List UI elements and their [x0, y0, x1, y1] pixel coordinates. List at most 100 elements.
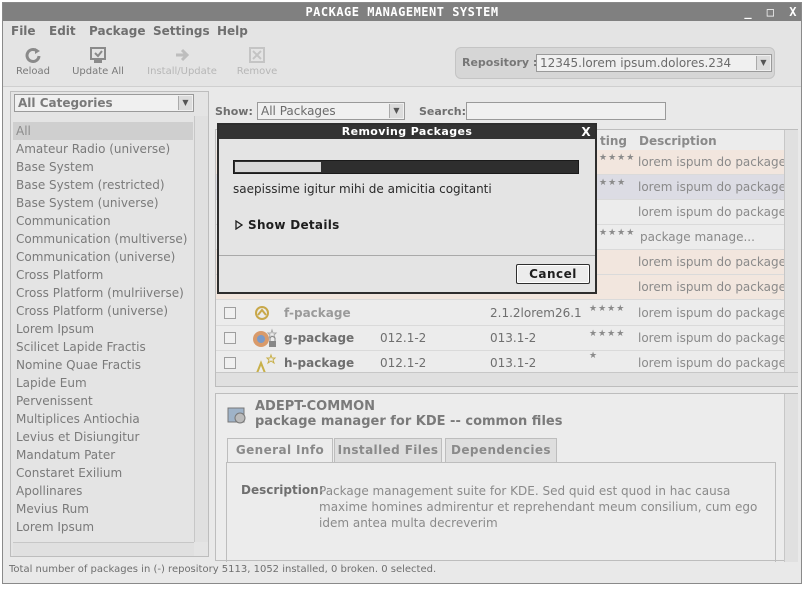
menu-package[interactable]: Package [89, 24, 146, 38]
toolbar: Reload Update All Install/Update Remove [3, 41, 801, 87]
package-icon [253, 328, 278, 347]
category-item[interactable]: Communication [13, 212, 193, 230]
cancel-button[interactable]: Cancel [516, 264, 590, 284]
package-checkbox[interactable] [224, 357, 236, 369]
dialog-title: Removing Packages [341, 125, 473, 138]
menu-edit[interactable]: Edit [49, 24, 76, 38]
repository-value: 12345.lorem ipsum.dolores.234 [540, 56, 732, 70]
remove-label: Remove [236, 66, 278, 77]
show-select[interactable]: All Packages ▼ [257, 102, 405, 120]
table-vscrollbar[interactable] [784, 130, 798, 372]
remove-button[interactable]: Remove [232, 46, 282, 77]
description-text: Package management suite for KDE. Sed qu… [319, 484, 758, 530]
category-item[interactable]: Cross Platform (mulriiverse) [13, 284, 193, 302]
package-description: lorem ispum do package... [638, 180, 798, 194]
package-description: lorem ispum do package... [638, 205, 798, 219]
package-description: lorem ispum do package... [638, 356, 798, 370]
maximize-button[interactable]: □ [767, 5, 775, 19]
category-item[interactable]: Base System (universe) [13, 194, 193, 212]
update-all-button[interactable]: Update All [67, 46, 129, 77]
rating-stars: ★★★★ [599, 153, 636, 163]
chevron-down-icon: ▼ [389, 104, 403, 118]
category-hscrollbar[interactable] [13, 542, 194, 556]
category-item[interactable]: Apollinares [13, 482, 193, 500]
rating-stars: ★ [589, 351, 599, 361]
category-item[interactable]: Scilicet Lapide Fractis [13, 338, 193, 356]
show-details-toggle[interactable]: Show Details [235, 218, 340, 232]
category-select[interactable]: All Categories ▼ [14, 94, 194, 112]
close-button[interactable]: X [789, 5, 797, 19]
rating-stars: ★★★★ [599, 228, 636, 238]
category-item[interactable]: Nomine Quae Fractis [13, 356, 193, 374]
reload-label: Reload [15, 66, 51, 77]
category-item[interactable]: Cross Platform (universe) [13, 302, 193, 320]
category-vscrollbar[interactable] [194, 116, 208, 542]
category-select-value: All Categories [18, 96, 113, 110]
category-item[interactable]: Lorem Ipsum [13, 518, 193, 536]
table-row[interactable]: f-package 2.1.2lorem26.1 ★★★★ lorem ispu… [216, 301, 797, 326]
category-item[interactable]: Pervenissent [13, 392, 193, 410]
category-item[interactable]: Communication (universe) [13, 248, 193, 266]
package-checkbox[interactable] [224, 332, 236, 344]
menu-bar: File Edit Package Settings Help [3, 21, 801, 41]
search-label: Search: [419, 105, 466, 118]
show-details-label: Show Details [248, 218, 340, 232]
category-item[interactable]: Base System [13, 158, 193, 176]
package-gear-icon [227, 407, 246, 424]
available-version: 2.1.2lorem26.1 [490, 306, 582, 320]
category-item[interactable]: All [13, 122, 193, 140]
category-item[interactable]: Levius et Disiungitur [13, 428, 193, 446]
install-update-button[interactable]: Install/Update [140, 46, 224, 77]
category-item[interactable]: Lapide Eum [13, 374, 193, 392]
category-item[interactable]: Mevius Rum [13, 500, 193, 518]
menu-settings[interactable]: Settings [153, 24, 210, 38]
table-row[interactable]: g-package 012.1-2 013.1-2 ★★★★ lorem isp… [216, 326, 797, 351]
package-summary: package manager for KDE -- common files [255, 414, 563, 429]
window-controls: _ □ X [737, 3, 797, 21]
dialog-separator [219, 255, 595, 256]
category-item[interactable]: Constaret Exilium [13, 464, 193, 482]
category-item[interactable]: Cross Platform [13, 266, 193, 284]
install-update-icon [176, 48, 190, 62]
update-all-label: Update All [72, 66, 124, 77]
tab-installed-files[interactable]: Installed Files [334, 438, 442, 462]
category-item[interactable]: Mandatum Pater [13, 446, 193, 464]
progress-fill [235, 162, 321, 172]
package-checkbox[interactable] [224, 307, 236, 319]
dialog-close-button[interactable]: X [581, 125, 591, 139]
category-item[interactable]: Amateur Radio (universe) [13, 140, 193, 158]
show-label: Show: [215, 105, 253, 118]
table-hscrollbar[interactable] [216, 372, 798, 386]
rating-stars: ★★★★ [589, 329, 626, 339]
column-description[interactable]: Description [639, 134, 717, 148]
removal-progress-bar [233, 160, 579, 174]
package-description: lorem ispum do package... [638, 331, 798, 345]
package-title: ADEPT-COMMON [255, 399, 376, 414]
chevron-down-icon: ▼ [178, 96, 192, 110]
details-vscrollbar[interactable] [784, 394, 798, 562]
window-title: PACKAGE MANAGEMENT SYSTEM [305, 5, 499, 19]
package-icon [255, 306, 269, 320]
installed-version: 012.1-2 [380, 356, 427, 370]
column-rating[interactable]: ting [600, 134, 627, 148]
category-item[interactable]: Base System (restricted) [13, 176, 193, 194]
category-item[interactable]: Lorem Ipsum [13, 320, 193, 338]
reload-button[interactable]: Reload [12, 46, 54, 77]
show-select-value: All Packages [261, 104, 336, 118]
search-input[interactable] [466, 102, 666, 120]
general-info-body: Description: Package management suite fo… [226, 462, 776, 562]
tab-dependencies[interactable]: Dependencies [445, 438, 557, 462]
menu-help[interactable]: Help [217, 24, 248, 38]
tab-general-info[interactable]: General Info [227, 438, 333, 463]
category-item[interactable]: Multiplices Antiochia [13, 410, 193, 428]
category-list: All Amateur Radio (universe) Base System… [13, 122, 193, 536]
description-label: Description: [241, 483, 324, 497]
repository-select[interactable]: 12345.lorem ipsum.dolores.234 ▼ [536, 54, 772, 72]
minimize-button[interactable]: _ [744, 5, 752, 19]
menu-file[interactable]: File [11, 24, 36, 38]
package-details-panel: ADEPT-COMMON package manager for KDE -- … [215, 393, 798, 562]
install-update-label: Install/Update [147, 66, 217, 77]
package-description: package manage... [640, 230, 755, 244]
category-item[interactable]: Communication (multiverse) [13, 230, 193, 248]
dialog-title-bar: Removing Packages X [219, 125, 595, 139]
